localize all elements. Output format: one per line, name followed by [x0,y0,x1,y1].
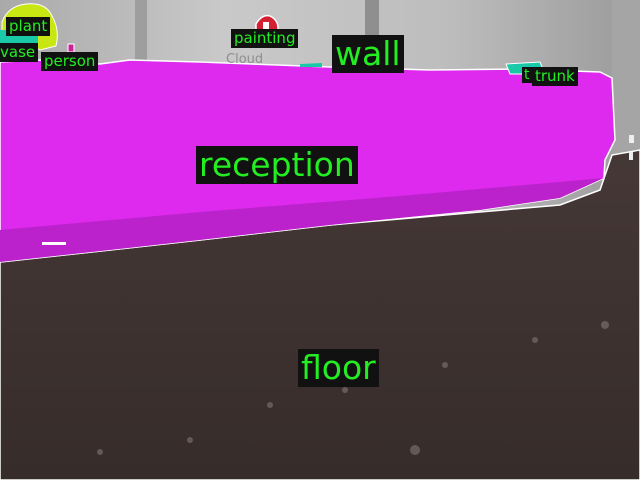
label-wall: wall [332,35,404,73]
segmentation-scene: Cloud plant vase person painting wall t … [0,0,640,480]
label-person: person [41,52,99,71]
person-region [67,43,75,53]
label-vase: vase [0,43,39,62]
label-floor: floor [298,349,379,387]
right-edge-object-2 [629,152,633,160]
label-plant: plant [6,17,51,36]
label-trunk: trunk [532,67,578,86]
label-t: t [522,67,532,83]
wall-sign-text: Cloud [226,52,263,67]
reception-desk-mark [42,242,66,245]
label-painting: painting [231,29,299,48]
label-reception: reception [196,146,358,184]
right-edge-object [629,135,634,143]
wall-panel-left [135,0,147,62]
wall-panel-far [612,0,640,160]
